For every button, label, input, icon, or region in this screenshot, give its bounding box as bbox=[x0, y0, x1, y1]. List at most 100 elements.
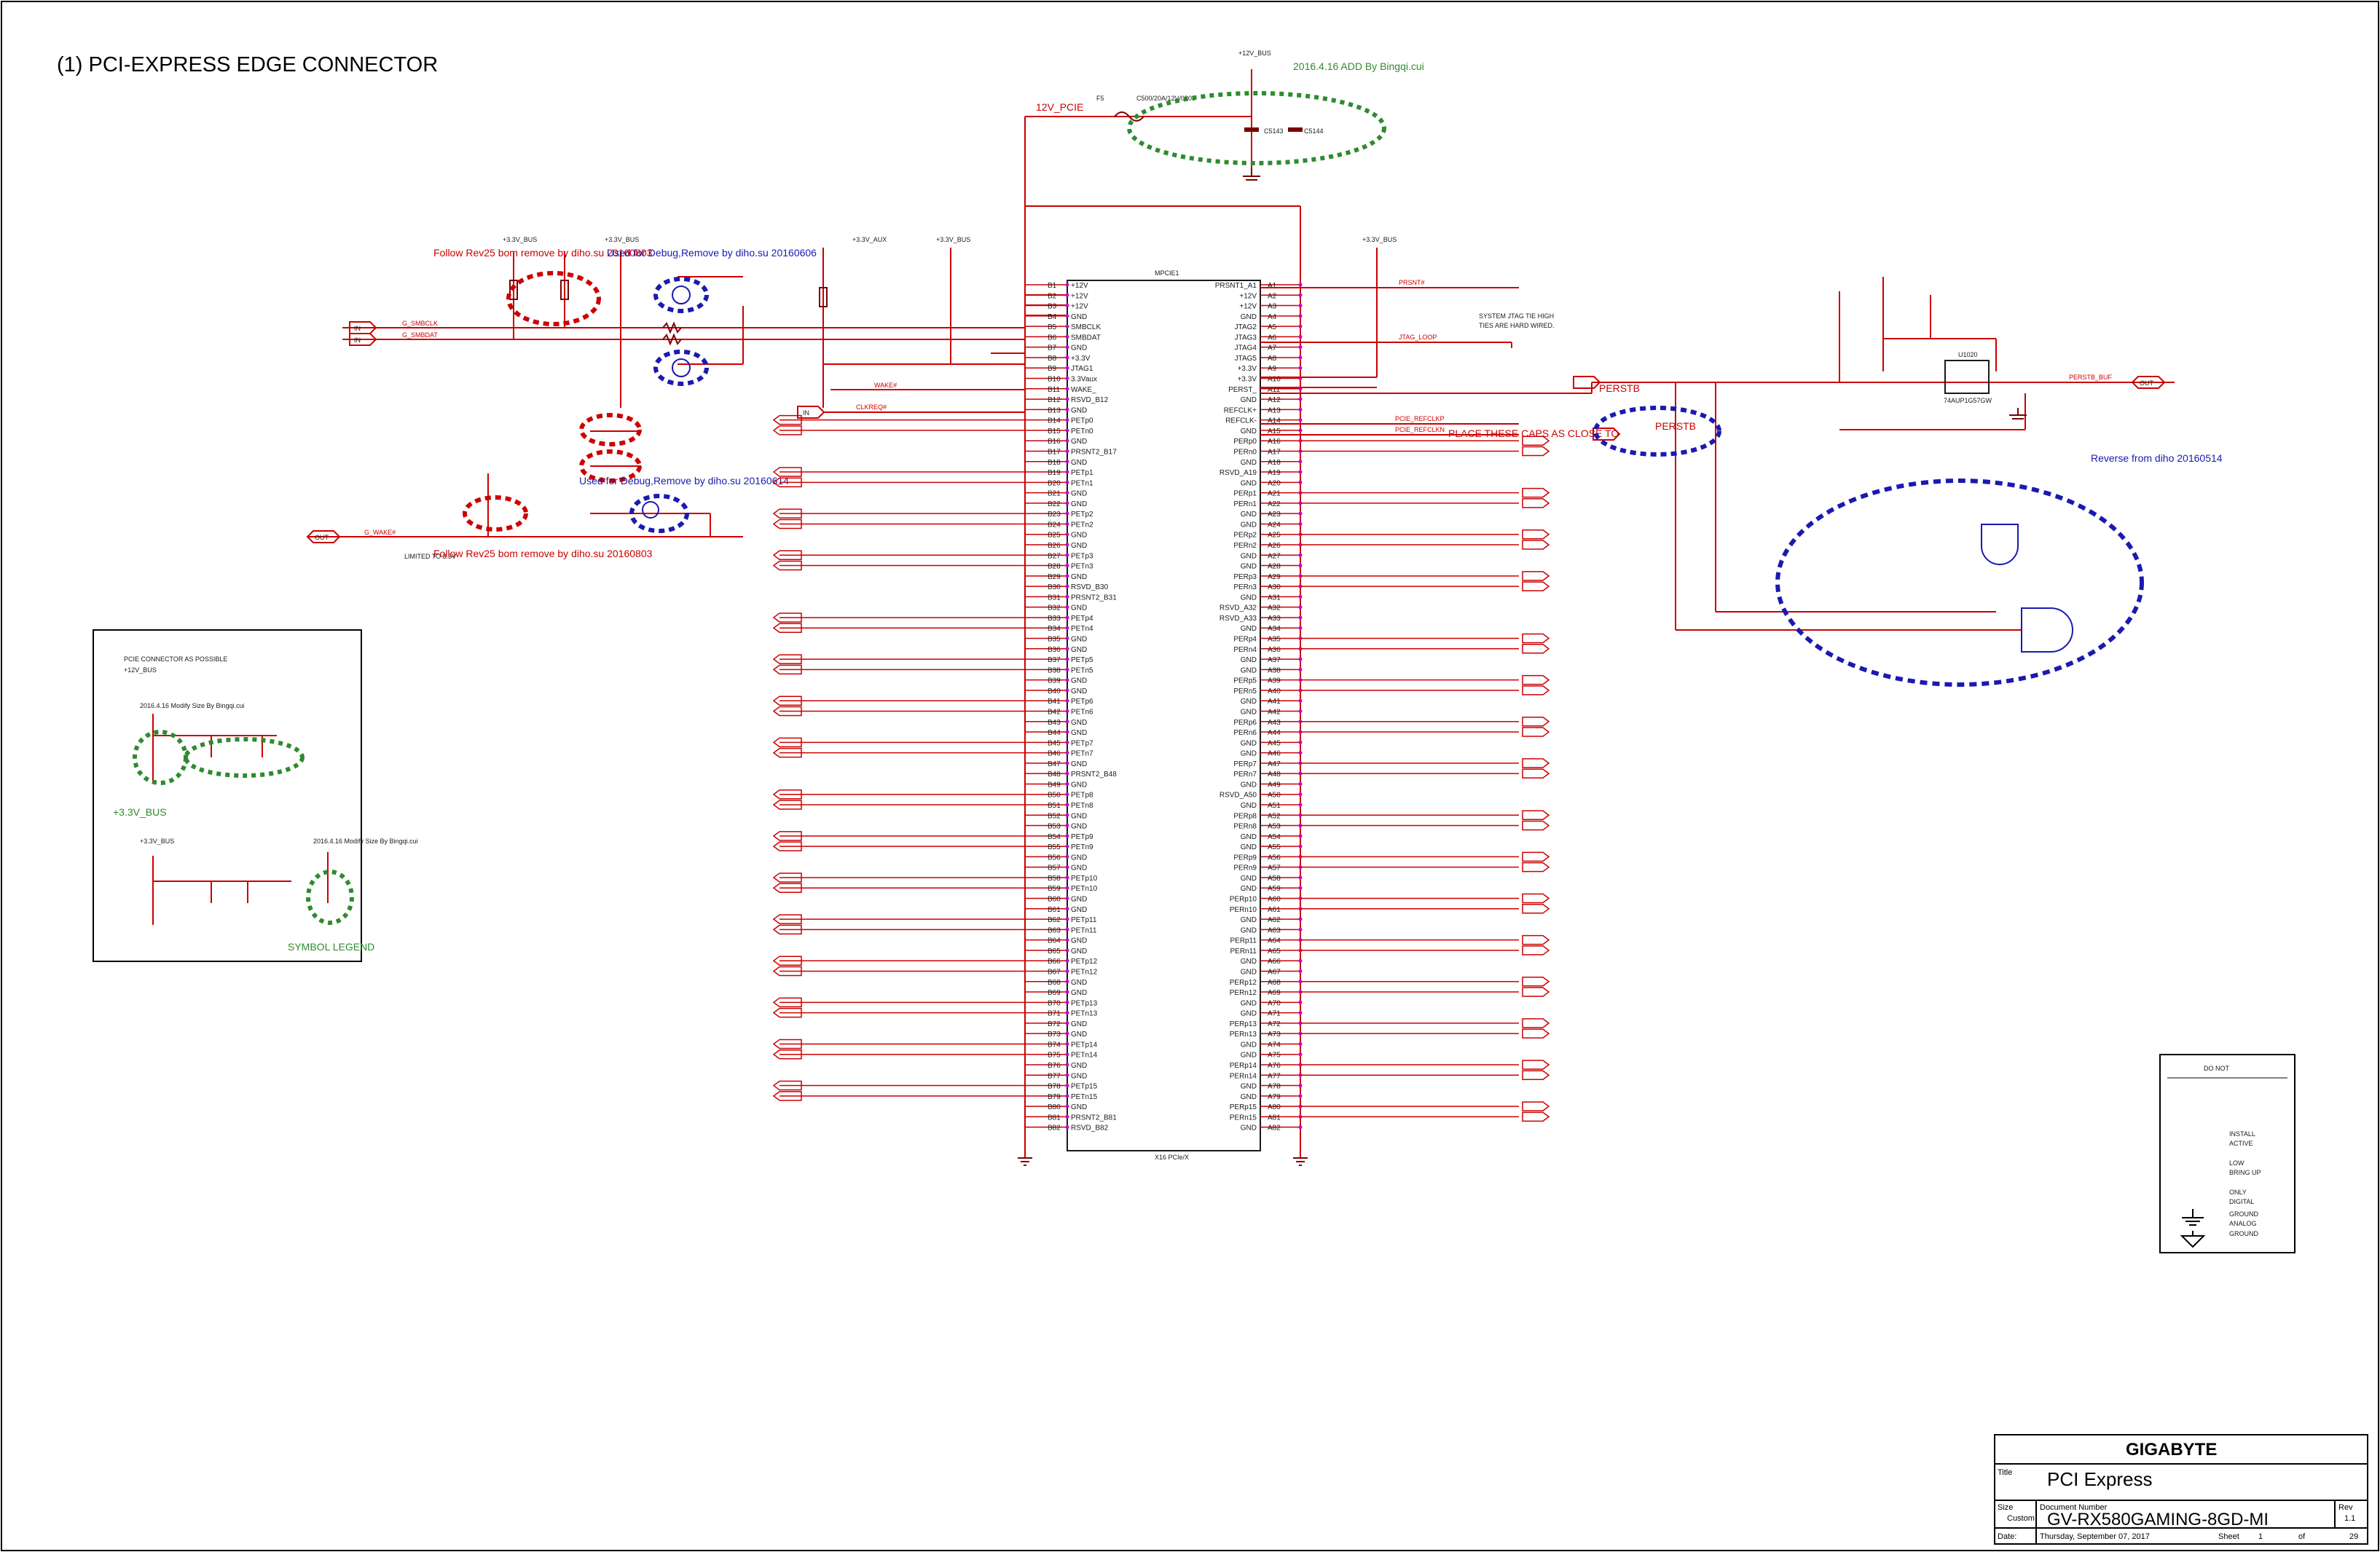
port-out-perst-label: OUT bbox=[2140, 379, 2154, 387]
net-clkreq: CLKREQ# bbox=[856, 403, 887, 411]
pin-name: RSVD_A19 bbox=[1220, 469, 1257, 477]
pin-number: A8 bbox=[1268, 355, 1277, 363]
connector-pin-b67: B67 PETn12 bbox=[1025, 968, 1098, 976]
pin-name: PERp2 bbox=[1233, 532, 1257, 540]
title-label: Title bbox=[1998, 1468, 2012, 1477]
connector-pin-a8: A8 JTAG5 bbox=[1235, 355, 1303, 363]
connector-pin-a6: A6 JTAG3 bbox=[1235, 334, 1303, 342]
note-debug-1: Used for Debug,Remove by diho.su 2016060… bbox=[607, 247, 817, 259]
port-in-perp9 bbox=[1300, 851, 1550, 862]
pin-number: A71 bbox=[1268, 1010, 1281, 1018]
pin-number: B28 bbox=[1048, 563, 1061, 571]
connector-pin-a48: A48 PERn7 bbox=[1233, 771, 1303, 779]
connector-pin-b49: B49 GND bbox=[1025, 781, 1087, 789]
pin-name: GND bbox=[1071, 812, 1087, 820]
connector-pin-a76: A76 PERp14 bbox=[1230, 1062, 1303, 1070]
pin-name: SMBCLK bbox=[1071, 323, 1101, 331]
connector-pin-b52: B52 GND bbox=[1025, 812, 1087, 820]
pin-number: A23 bbox=[1268, 511, 1281, 519]
pin-number: B12 bbox=[1048, 396, 1061, 404]
connector-pin-a42: A42 GND bbox=[1241, 708, 1303, 716]
connector-pin-b33: B33 PETp4 bbox=[1025, 615, 1093, 623]
pin-name: PETp9 bbox=[1071, 833, 1093, 841]
port-in-perp14 bbox=[1300, 1060, 1550, 1070]
sheet-label: Sheet bbox=[2218, 1532, 2239, 1541]
port-out-petp9 bbox=[772, 831, 1025, 841]
legend-4a: GROUND bbox=[2229, 1210, 2258, 1218]
connector-pin-a4: A4 GND bbox=[1241, 313, 1303, 321]
pin-name: PETp13 bbox=[1071, 999, 1098, 1007]
of-label: of bbox=[2298, 1532, 2306, 1541]
pin-name: PETn15 bbox=[1071, 1093, 1098, 1101]
connector-pin-b23: B23 PETp2 bbox=[1025, 511, 1093, 519]
pin-name: PRSNT2_B31 bbox=[1071, 594, 1117, 602]
ic-logic: 74AUP1G57GW bbox=[1944, 397, 1992, 404]
pin-number: B23 bbox=[1048, 511, 1061, 519]
pin-name: +12V bbox=[1239, 292, 1257, 300]
note-add-bingqi: 2016.4.16 ADD By Bingqi.cui bbox=[1293, 60, 1424, 72]
port-in-1-label: IN bbox=[354, 325, 361, 332]
port-out-petp2 bbox=[772, 508, 1025, 519]
pin-number: A48 bbox=[1268, 771, 1281, 779]
connector-pin-b75: B75 PETn14 bbox=[1025, 1052, 1098, 1060]
pin-name: GND bbox=[1071, 989, 1087, 997]
port-out-petn4 bbox=[772, 623, 1025, 633]
net-perstb2: PERSTB bbox=[1655, 420, 1696, 432]
port-out-petp12 bbox=[772, 956, 1025, 966]
pin-name: GND bbox=[1071, 438, 1087, 446]
pin-number: B7 bbox=[1048, 344, 1057, 352]
annotation-ellipse-green-box-1 bbox=[133, 730, 188, 785]
pin-name: GND bbox=[1071, 823, 1087, 831]
connector-pin-a79: A79 GND bbox=[1241, 1093, 1303, 1101]
pin-number: A51 bbox=[1268, 802, 1281, 810]
schematic-sheet: (1) PCI-EXPRESS EDGE CONNECTOR +12V_BUS … bbox=[1, 1, 2379, 1551]
ground-symbol-perst bbox=[2009, 408, 2027, 419]
pin-number: A69 bbox=[1268, 989, 1281, 997]
port-in-perp15 bbox=[1300, 1101, 1550, 1111]
pin-name: GND bbox=[1071, 719, 1087, 727]
docnum-value: GV-RX580GAMING-8GD-MI bbox=[2047, 1510, 2269, 1529]
connector-pin-b51: B51 PETn8 bbox=[1025, 802, 1093, 810]
connector-pin-b79: B79 PETn15 bbox=[1025, 1093, 1098, 1101]
connector-pin-b25: B25 GND bbox=[1025, 532, 1087, 540]
pin-number: B65 bbox=[1048, 948, 1061, 956]
pin-name: PRSNT2_B17 bbox=[1071, 448, 1117, 456]
pin-name: PETn13 bbox=[1071, 1010, 1098, 1018]
pin-name: JTAG2 bbox=[1235, 323, 1257, 331]
pin-name: PRSNT2_B48 bbox=[1071, 771, 1117, 779]
rail-33v-aux: +3.3V_AUX bbox=[852, 236, 887, 243]
pin-name: PERn14 bbox=[1230, 1072, 1257, 1080]
pin-number: A4 bbox=[1268, 313, 1277, 321]
pin-number: A62 bbox=[1268, 916, 1281, 924]
connector-pin-a5: A5 JTAG2 bbox=[1235, 323, 1303, 331]
port-in-pern4 bbox=[1300, 644, 1550, 654]
pin-number: A5 bbox=[1268, 323, 1277, 331]
fuse-ref: F5 bbox=[1096, 95, 1104, 102]
cap-c5144: C5144 bbox=[1304, 127, 1324, 135]
connector-pin-a60: A60 PERp10 bbox=[1230, 896, 1303, 904]
connector-pin-b70: B70 PETp13 bbox=[1025, 999, 1098, 1007]
pin-number: A7 bbox=[1268, 344, 1277, 352]
connector-pin-a68: A68 PERp12 bbox=[1230, 979, 1303, 987]
pin-name: PETp4 bbox=[1071, 615, 1093, 623]
connector-pin-a75: A75 GND bbox=[1241, 1052, 1303, 1060]
port-in-pern15 bbox=[1300, 1111, 1550, 1122]
connector-pin-b72: B72 GND bbox=[1025, 1020, 1087, 1028]
port-out-petp0 bbox=[772, 414, 1025, 425]
pin-name: PETp8 bbox=[1071, 792, 1093, 800]
connector-pin-b77: B77 GND bbox=[1025, 1072, 1087, 1080]
port-out-petp13 bbox=[772, 997, 1025, 1008]
pin-name: GND bbox=[1071, 1020, 1087, 1028]
connector-pin-b50: B50 PETp8 bbox=[1025, 792, 1093, 800]
connector-pin-b27: B27 PETp3 bbox=[1025, 552, 1093, 560]
pin-number: B25 bbox=[1048, 532, 1061, 540]
connector-pin-b69: B69 GND bbox=[1025, 989, 1087, 997]
pin-number: A27 bbox=[1268, 552, 1281, 560]
pin-number: A9 bbox=[1268, 365, 1277, 373]
port-in-pern7 bbox=[1300, 768, 1550, 779]
pin-number: B13 bbox=[1048, 406, 1061, 414]
pin-name: PETp5 bbox=[1071, 656, 1093, 664]
pin-name: GND bbox=[1071, 573, 1087, 581]
pin-name: GND bbox=[1071, 677, 1087, 685]
connector-pin-b55: B55 PETn9 bbox=[1025, 843, 1093, 851]
